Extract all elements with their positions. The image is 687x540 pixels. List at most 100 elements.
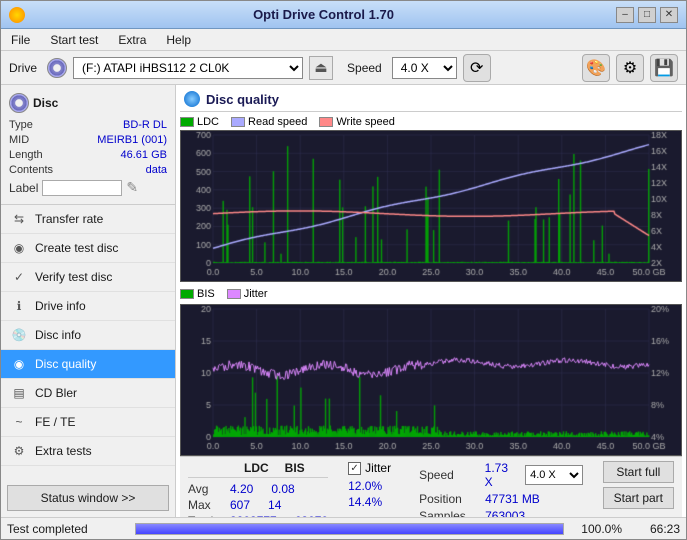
save-button[interactable]: 💾 [650,54,678,82]
settings-button[interactable]: ⚙ [616,54,644,82]
color-button[interactable]: 🎨 [582,54,610,82]
position-row: Position 47731 MB [419,492,583,506]
sidebar-item-cd-bler[interactable]: ▤ CD Bler [1,379,175,408]
status-bar: Test completed 100.0% 66:23 [1,517,686,539]
stats-avg-row: Avg 4.20 0.08 [188,482,328,496]
speed-select[interactable]: 4.0 X 1.0 X 2.0 X 6.0 X 8.0 X [392,57,457,79]
speed-label: Speed [347,61,382,75]
menu-bar: File Start test Extra Help [1,29,686,51]
chart-area: Disc quality LDC Read speed Write speed [176,85,686,517]
jitter-color [227,289,241,299]
transfer-rate-icon: ⇆ [11,211,27,227]
samples-row: Samples 763003 [419,509,583,517]
disc-quality-header-icon [184,91,200,107]
ldc-color [180,117,194,127]
progress-time: 66:23 [630,522,680,536]
disc-mid-row: MID MEIRB1 (001) [9,134,167,146]
menu-file[interactable]: File [7,31,34,49]
sidebar-item-transfer-rate[interactable]: ⇆ Transfer rate [1,205,175,234]
extra-tests-icon: ⚙ [11,443,27,459]
window-controls: – □ ✕ [616,7,678,23]
drive-toolbar: Drive (F:) ATAPI iHBS112 2 CL0K ⏏ Speed … [1,51,686,85]
progress-bar [135,523,564,535]
minimize-button[interactable]: – [616,7,634,23]
disc-label-input[interactable] [42,180,122,196]
menu-extra[interactable]: Extra [114,31,150,49]
disc-panel-title: Disc [9,93,167,113]
disc-info-icon: 💿 [11,327,27,343]
nav-items: ⇆ Transfer rate ◉ Create test disc ✓ Ver… [1,205,175,479]
disc-label-row: Label ✎ [9,179,167,196]
status-text: Test completed [7,522,127,536]
disc-quality-icon: ◉ [11,356,27,372]
menu-help[interactable]: Help [162,31,195,49]
legend-ldc: LDC [180,116,219,128]
maximize-button[interactable]: □ [638,7,656,23]
cd-bler-icon: ▤ [11,385,27,401]
sidebar-item-extra-tests[interactable]: ⚙ Extra tests [1,437,175,466]
sidebar-item-create-test-disc[interactable]: ◉ Create test disc [1,234,175,263]
bis-color [180,289,194,299]
sidebar-item-disc-info[interactable]: 💿 Disc info [1,321,175,350]
status-window-button[interactable]: Status window >> [7,485,169,511]
jitter-max-row: 14.4% [348,495,391,509]
start-full-button[interactable]: Start full [603,461,674,483]
progress-percent: 100.0% [572,522,622,536]
main-window: Opti Drive Control 1.70 – □ ✕ File Start… [0,0,687,540]
start-part-button[interactable]: Start part [603,487,674,509]
drive-select[interactable]: (F:) ATAPI iHBS112 2 CL0K [73,57,303,79]
chart2-wrapper [180,304,682,456]
disc-length-row: Length 46.61 GB [9,149,167,161]
jitter-checkbox[interactable]: ✓ [348,462,361,475]
sidebar-item-fe-te[interactable]: ~ FE / TE [1,408,175,437]
drive-info-icon: ℹ [11,298,27,314]
chart2-legend: BIS Jitter [180,286,682,302]
legend-bis: BIS [180,288,215,300]
stats-jitter-col: ✓ Jitter 12.0% 14.4% [348,461,391,509]
disc-quality-header: Disc quality [180,89,682,112]
close-button[interactable]: ✕ [660,7,678,23]
disc-type-row: Type BD-R DL [9,119,167,131]
sidebar-item-verify-test-disc[interactable]: ✓ Verify test disc [1,263,175,292]
legend-jitter: Jitter [227,288,268,300]
jitter-avg-row: 12.0% [348,479,391,493]
charts-container: BIS Jitter [180,130,682,456]
right-stats: Speed 1.73 X 4.0 X 1.0 X 2.0 X Position … [419,461,583,517]
disc-quality-title: Disc quality [206,92,279,107]
stats-area: LDC BIS Avg 4.20 0.08 Max 607 14 [180,456,682,517]
read-speed-color [231,117,245,127]
fe-te-icon: ~ [11,414,27,430]
disc-contents-row: Contents data [9,164,167,176]
create-disc-icon: ◉ [11,240,27,256]
stats-speed-select[interactable]: 4.0 X 1.0 X 2.0 X [525,465,583,485]
refresh-button[interactable]: ⟳ [463,54,491,82]
title-bar: Opti Drive Control 1.70 – □ ✕ [1,1,686,29]
menu-start-test[interactable]: Start test [46,31,102,49]
legend-write-speed: Write speed [319,116,395,128]
legend-read-speed: Read speed [231,116,307,128]
progress-fill [136,524,563,534]
stats-ldc-bis: LDC BIS Avg 4.20 0.08 Max 607 14 [188,461,328,517]
disc-icon [47,58,67,78]
eject-button[interactable]: ⏏ [309,56,333,80]
chart1-canvas [181,131,681,281]
sidebar-item-disc-quality[interactable]: ◉ Disc quality [1,350,175,379]
stats-max-row: Max 607 14 [188,498,328,512]
chart1-legend: LDC Read speed Write speed [180,114,682,130]
main-area: Disc Type BD-R DL MID MEIRB1 (001) Lengt… [1,85,686,517]
speed-row: Speed 1.73 X 4.0 X 1.0 X 2.0 X [419,461,583,489]
window-title: Opti Drive Control 1.70 [31,7,616,22]
sidebar-item-drive-info[interactable]: ℹ Drive info [1,292,175,321]
drive-label: Drive [9,61,37,75]
write-speed-color [319,117,333,127]
chart2-canvas [181,305,681,455]
app-icon [9,7,25,23]
verify-disc-icon: ✓ [11,269,27,285]
disc-info-panel: Disc Type BD-R DL MID MEIRB1 (001) Lengt… [1,85,175,205]
chart1-wrapper [180,130,682,282]
disc-panel-icon [9,93,29,113]
stats-header: LDC BIS [188,461,328,478]
action-buttons: Start full Start part [603,461,674,509]
edit-label-icon[interactable]: ✎ [126,179,138,196]
sidebar: Disc Type BD-R DL MID MEIRB1 (001) Lengt… [1,85,176,517]
